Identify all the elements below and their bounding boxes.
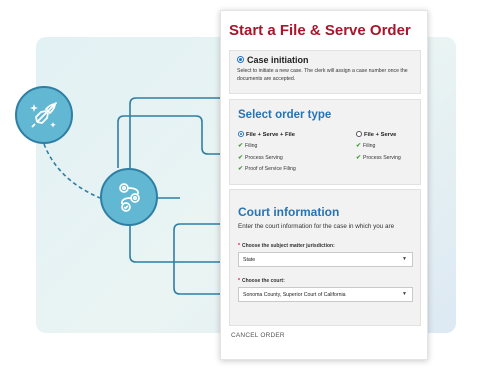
feature-item: ✔ Process Serving xyxy=(238,154,283,161)
rocket-badge xyxy=(15,86,73,144)
option-label: File + Serve + File xyxy=(246,132,295,139)
case-initiation-label: Case initiation xyxy=(247,55,309,65)
court-information-section: Court information Enter the court inform… xyxy=(229,189,421,326)
order-option-file-serve-file[interactable]: File + Serve + File ✔ Filing ✔ Process Ser… xyxy=(238,131,296,177)
rocket-icon xyxy=(30,102,57,128)
case-initiation-description: Select to initiate a new case. The clerk… xyxy=(237,68,408,82)
case-initiation-radio[interactable] xyxy=(237,56,244,64)
checkmark-icon: ✔ xyxy=(238,143,244,149)
court-value: Sonoma County, Superior Court of Califor… xyxy=(243,292,346,298)
jurisdiction-value: State xyxy=(243,257,256,263)
feature-item: ✔ Filing xyxy=(356,143,376,149)
card-title: Start a File & Serve Order xyxy=(229,22,411,39)
checkmark-icon: ✔ xyxy=(238,166,244,172)
checkmark-icon: ✔ xyxy=(356,154,362,161)
case-initiation-option[interactable]: Case initiation xyxy=(237,55,309,65)
cancel-order-button[interactable]: CANCEL ORDER xyxy=(231,332,285,339)
dropdown-arrow-icon: ▼ xyxy=(402,256,407,262)
checkmark-icon: ✔ xyxy=(238,154,244,161)
gears-icon xyxy=(119,183,140,212)
feature-item: ✔ Process Serving xyxy=(356,154,401,161)
feature-item: ✔ Proof of Service Filing xyxy=(238,166,296,172)
gears-badge xyxy=(100,168,158,226)
file-serve-radio[interactable] xyxy=(356,131,362,137)
court-information-title: Court information xyxy=(238,205,340,219)
feature-item: ✔ Filing xyxy=(238,143,258,149)
file-and-serve-order-card: Start a File & Serve Order Case initiati… xyxy=(220,10,428,360)
court-select[interactable]: Sonoma County, Superior Court of Califor… xyxy=(238,287,413,302)
order-option-file-serve[interactable]: File + Serve ✔ Filing ✔ Process Serving xyxy=(356,131,401,165)
court-label: * Choose the court: xyxy=(238,278,285,284)
option-label: File + Serve xyxy=(364,132,397,139)
dropdown-arrow-icon: ▼ xyxy=(402,291,407,297)
jurisdiction-label: * Choose the subject matter jurisdiction: xyxy=(238,243,335,249)
order-type-title: Select order type xyxy=(238,109,332,121)
court-information-description: Enter the court information for the case… xyxy=(238,223,395,230)
jurisdiction-select[interactable]: State ▼ xyxy=(238,252,413,267)
case-initiation-section: Case initiation Select to initiate a new… xyxy=(229,50,421,94)
file-serve-file-radio[interactable] xyxy=(238,131,244,137)
checkmark-icon: ✔ xyxy=(356,143,362,149)
order-type-section: Select order type File + Serve + File ✔ F… xyxy=(229,99,421,185)
